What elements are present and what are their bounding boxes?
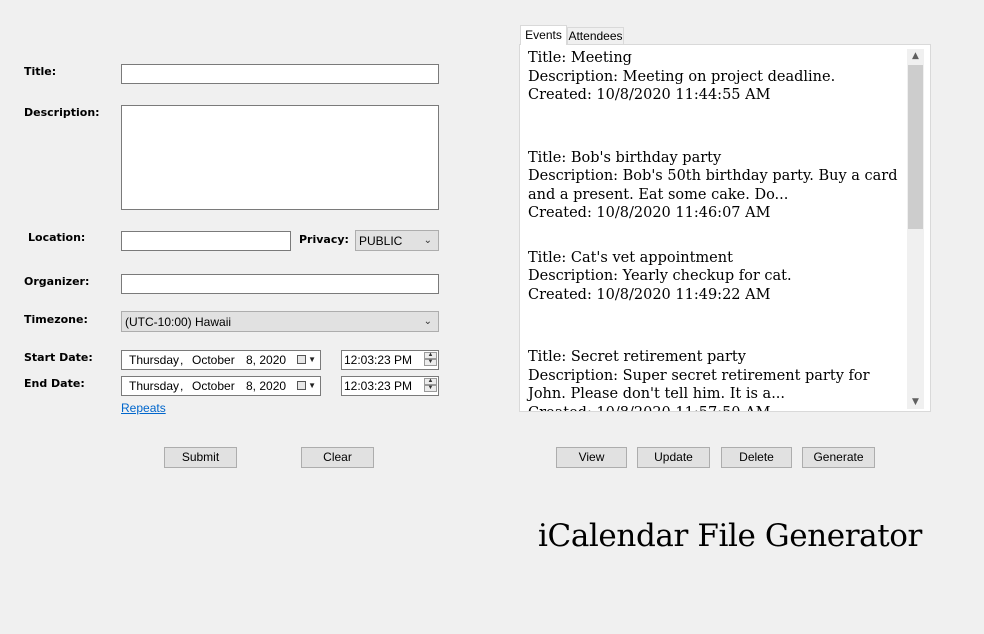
privacy-value: PUBLIC bbox=[359, 234, 403, 248]
dropdown-arrow-icon[interactable]: ▼ bbox=[308, 351, 316, 369]
delete-button[interactable]: Delete bbox=[721, 447, 792, 468]
spin-down-icon[interactable]: ▼ bbox=[424, 385, 437, 392]
spin-down-icon[interactable]: ▼ bbox=[424, 359, 437, 366]
end-weekday: Thursday bbox=[129, 379, 180, 393]
chevron-down-icon: ⌄ bbox=[423, 316, 432, 327]
start-date-label: Start Date: bbox=[24, 351, 93, 364]
calendar-icon[interactable] bbox=[297, 381, 306, 390]
app-title: iCalendar File Generator bbox=[538, 518, 922, 554]
title-input[interactable] bbox=[121, 64, 439, 84]
events-scrollbar[interactable]: ▲ ▼ bbox=[907, 49, 924, 409]
event-title: Title: Secret retirement party bbox=[528, 349, 746, 365]
start-time-value: 12:03:23 PM bbox=[344, 353, 413, 367]
spin-up-icon[interactable]: ▲ bbox=[424, 352, 437, 359]
event-created: Created: 10/8/2020 11:49:22 AM bbox=[528, 286, 771, 303]
view-button[interactable]: View bbox=[556, 447, 627, 468]
scroll-up-icon[interactable]: ▲ bbox=[907, 51, 924, 61]
location-label: Location: bbox=[28, 231, 86, 244]
timezone-select[interactable]: (UTC-10:00) Hawaii ⌄ bbox=[121, 311, 439, 332]
clear-button[interactable]: Clear bbox=[301, 447, 374, 468]
privacy-label: Privacy: bbox=[299, 233, 349, 246]
description-textarea[interactable] bbox=[121, 105, 439, 210]
end-date-picker[interactable]: Thursday , October 8, 2020 ▼ bbox=[121, 376, 321, 396]
event-title: Title: Meeting bbox=[528, 50, 632, 66]
event-created: Created: 10/8/2020 11:57:50 AM bbox=[528, 404, 908, 412]
event-title: Title: Cat's vet appointment bbox=[528, 249, 733, 266]
submit-button[interactable]: Submit bbox=[164, 447, 237, 468]
title-label: Title: bbox=[24, 65, 57, 78]
event-created: Created: 10/8/2020 11:46:07 AM bbox=[528, 205, 771, 221]
tab-attendees[interactable]: Attendees bbox=[567, 27, 624, 44]
organizer-label: Organizer: bbox=[24, 275, 90, 288]
update-button[interactable]: Update bbox=[637, 447, 710, 468]
calendar-icon[interactable] bbox=[297, 355, 306, 364]
event-description: Description: Yearly checkup for cat. bbox=[528, 268, 792, 284]
location-input[interactable] bbox=[121, 231, 291, 251]
start-month: October bbox=[192, 353, 235, 367]
end-sep: , bbox=[180, 379, 184, 393]
spin-buttons[interactable]: ▲ ▼ bbox=[424, 352, 437, 367]
end-date-label: End Date: bbox=[24, 377, 85, 390]
event-title: Title: Bob's birthday party bbox=[528, 149, 722, 166]
dropdown-arrow-icon[interactable]: ▼ bbox=[308, 377, 316, 395]
tab-events[interactable]: Events bbox=[520, 25, 567, 45]
end-month: October bbox=[192, 379, 235, 393]
event-created: Created: 10/8/2020 11:44:55 AM bbox=[528, 87, 771, 103]
end-time-value: 12:03:23 PM bbox=[344, 379, 413, 393]
scroll-thumb[interactable] bbox=[908, 65, 923, 229]
scroll-down-icon[interactable]: ▼ bbox=[907, 397, 924, 407]
description-label: Description: bbox=[24, 106, 100, 119]
start-date-picker[interactable]: Thursday , October 8, 2020 ▼ bbox=[121, 350, 321, 370]
events-text: Title: Meeting Description: Meeting on p… bbox=[528, 49, 908, 412]
generate-button[interactable]: Generate bbox=[802, 447, 875, 468]
spin-buttons[interactable]: ▲ ▼ bbox=[424, 378, 437, 393]
timezone-label: Timezone: bbox=[24, 313, 88, 326]
event-description: Description: Bob's 50th birthday party. … bbox=[528, 168, 898, 203]
start-time-spinner[interactable]: 12:03:23 PM ▲ ▼ bbox=[341, 350, 439, 370]
start-sep: , bbox=[180, 353, 184, 367]
repeats-link[interactable]: Repeats bbox=[121, 401, 166, 415]
end-time-spinner[interactable]: 12:03:23 PM ▲ ▼ bbox=[341, 376, 439, 396]
event-description: Description: Meeting on project deadline… bbox=[528, 68, 836, 85]
start-day-year: 8, 2020 bbox=[246, 353, 287, 367]
event-description: Description: Super secret retirement par… bbox=[528, 367, 870, 403]
end-day-year: 8, 2020 bbox=[246, 379, 287, 393]
spin-up-icon[interactable]: ▲ bbox=[424, 378, 437, 385]
events-list[interactable]: Title: Meeting Description: Meeting on p… bbox=[519, 44, 931, 412]
timezone-value: (UTC-10:00) Hawaii bbox=[125, 315, 232, 329]
start-weekday: Thursday bbox=[129, 353, 180, 367]
privacy-select[interactable]: PUBLIC ⌄ bbox=[355, 230, 439, 251]
chevron-down-icon: ⌄ bbox=[423, 235, 432, 246]
organizer-input[interactable] bbox=[121, 274, 439, 294]
